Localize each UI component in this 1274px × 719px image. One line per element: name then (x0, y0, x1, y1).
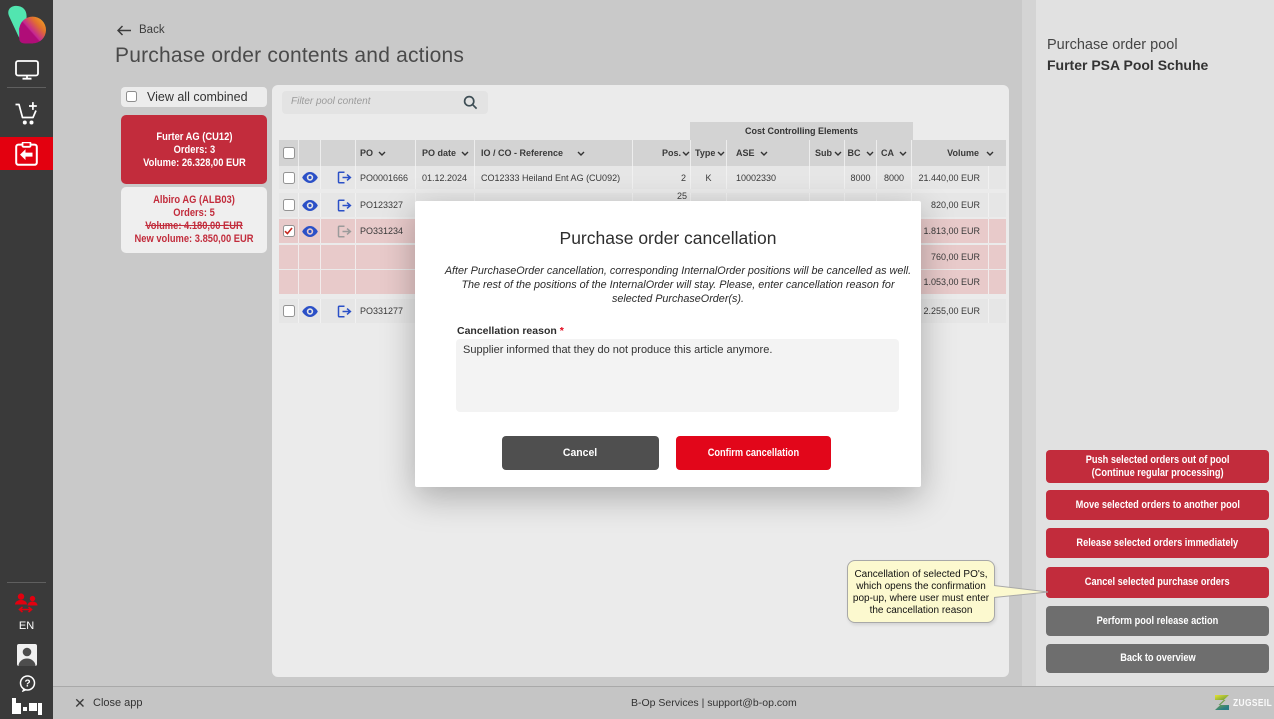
svg-text:?: ? (24, 679, 30, 690)
